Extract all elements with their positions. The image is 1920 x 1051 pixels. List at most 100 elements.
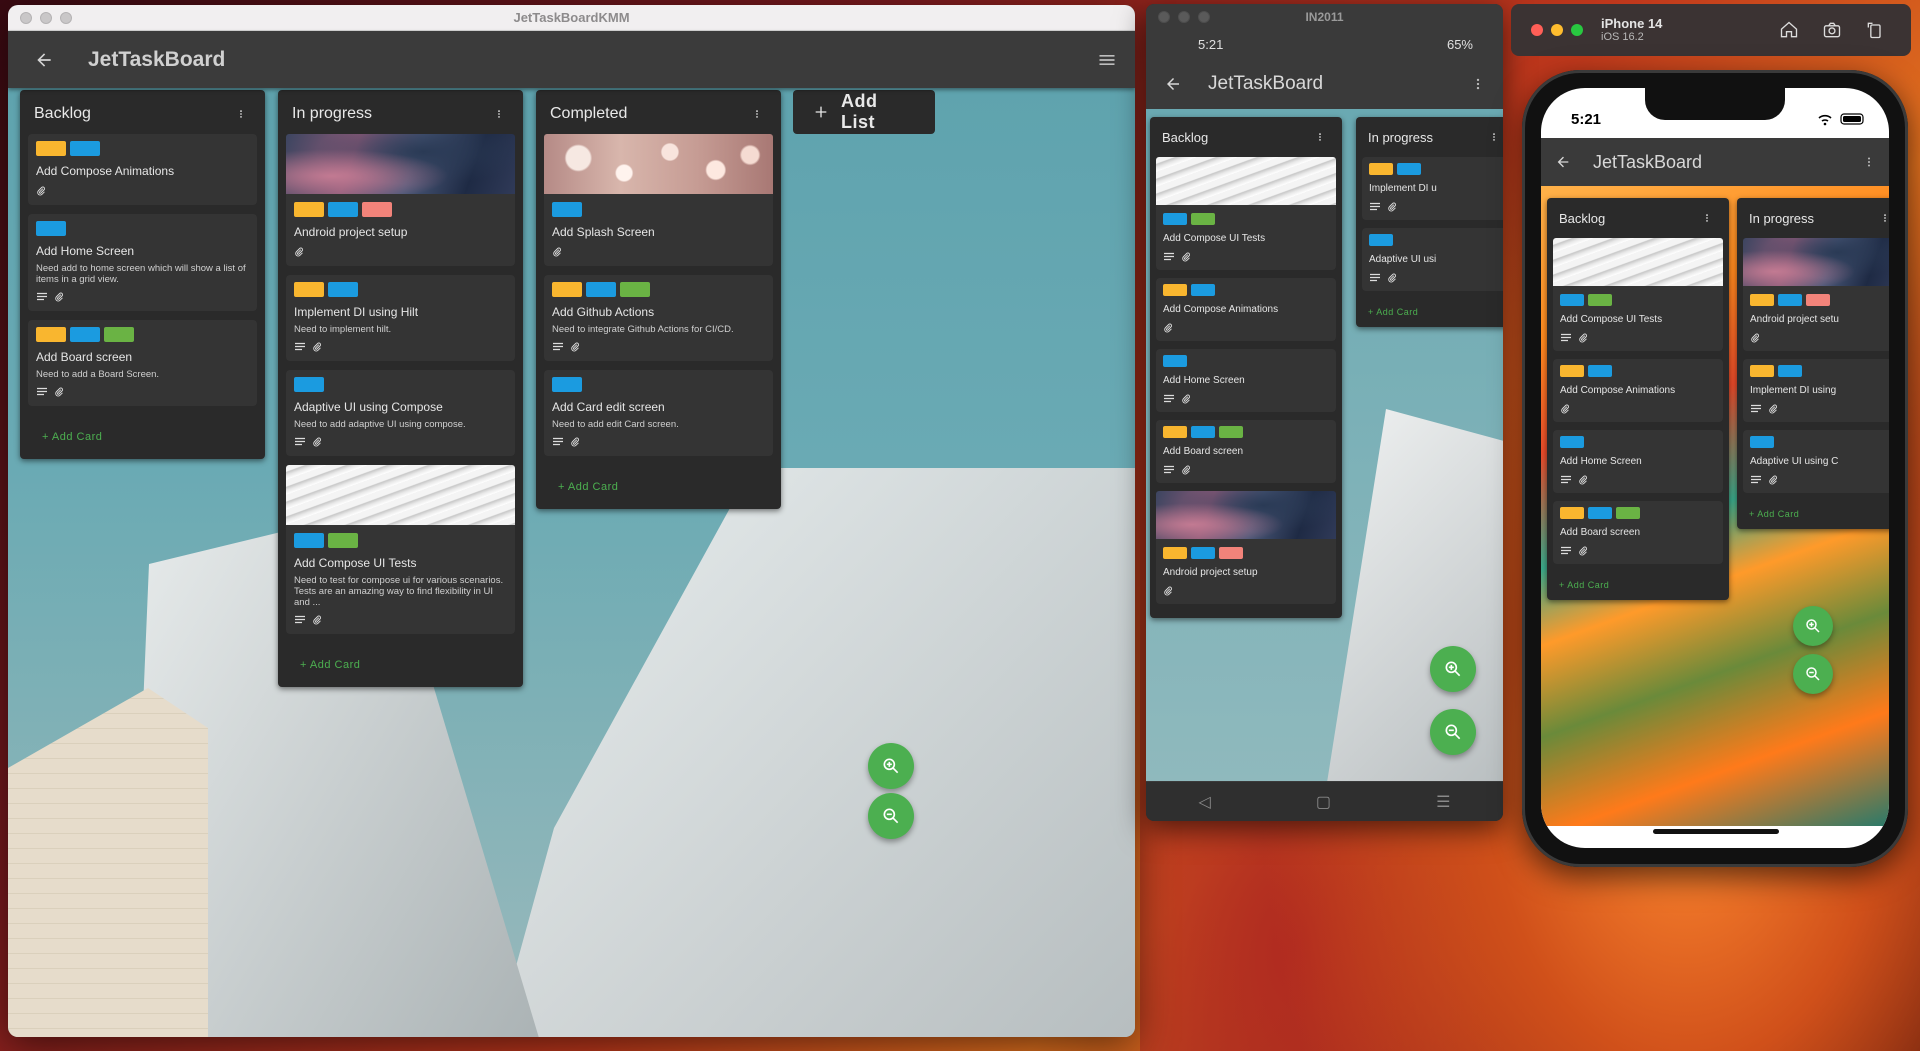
more-vert-icon[interactable] (489, 104, 509, 124)
home-indicator[interactable] (1653, 829, 1779, 834)
task-card[interactable]: Add Home Screen (1156, 349, 1336, 412)
task-card[interactable]: Android project setu (1743, 238, 1889, 351)
card-label-chip (294, 376, 324, 392)
task-card[interactable]: Add Home Screen (1553, 430, 1723, 493)
back-arrow-icon[interactable] (1164, 75, 1182, 93)
task-card[interactable]: Implement DI u (1362, 157, 1503, 220)
task-card[interactable]: Add Home Screen Need add to home screen w… (28, 214, 257, 311)
card-labels (552, 282, 765, 297)
description-icon (1560, 333, 1572, 343)
attachment-icon (1181, 464, 1191, 476)
task-card[interactable]: Add Compose UI Tests Need to test for com… (286, 464, 515, 634)
attachment-icon (1768, 474, 1778, 486)
more-vert-icon[interactable] (1310, 127, 1330, 147)
add-card-button[interactable]: + Add Card (28, 415, 257, 449)
list-header: Backlog (1156, 123, 1336, 157)
task-card[interactable]: Add Github Actions Need to integrate Gith… (544, 275, 773, 361)
window-close-button[interactable] (1531, 24, 1543, 36)
card-labels (1750, 436, 1889, 448)
task-card[interactable]: Adaptive UI usi (1362, 228, 1503, 291)
task-card[interactable]: Add Compose UI Tests (1156, 157, 1336, 270)
nav-back-icon[interactable]: ◁ (1199, 792, 1211, 812)
add-card-button[interactable]: + Add Card (286, 643, 515, 677)
task-card[interactable]: Android project setup (1156, 491, 1336, 604)
task-card[interactable]: Android project setup (286, 134, 515, 266)
android-app-bar: JetTaskBoard (1146, 58, 1503, 109)
zoom-in-icon (881, 756, 901, 776)
description-icon (294, 342, 306, 352)
task-card[interactable]: Add Compose Animations (28, 134, 257, 205)
plus-icon (813, 104, 829, 120)
card-label-chip (36, 221, 66, 236)
description-icon (294, 437, 306, 447)
task-card[interactable]: Add Board screen Need to add a Board Scre… (28, 319, 257, 406)
zoom-out-button[interactable] (868, 793, 914, 839)
add-card-button[interactable]: + Add Card (1362, 299, 1503, 321)
add-card-button[interactable]: + Add Card (1743, 501, 1889, 523)
card-label-chip (1191, 284, 1215, 296)
card-title: Implement DI u (1369, 183, 1437, 194)
zoom-out-button[interactable] (1430, 709, 1476, 755)
window-minimize-button[interactable] (1551, 24, 1563, 36)
battery-level: 65% (1446, 36, 1473, 52)
task-card[interactable]: Add Card edit screen Need to add edit Car… (544, 369, 773, 456)
more-vert-icon[interactable] (1697, 208, 1717, 228)
card-cover-image (1743, 238, 1889, 286)
list-header: Backlog (28, 100, 257, 134)
zoom-in-button[interactable] (1430, 646, 1476, 692)
android-board[interactable]: Backlog Add Compose UI Tests Add Compose A… (1146, 109, 1503, 781)
add-card-button[interactable]: + Add Card (1553, 572, 1723, 594)
android-nav-bar: ◁ ▢ ☰ (1146, 781, 1503, 821)
zoom-out-button[interactable] (1793, 654, 1833, 694)
attachment-icon (312, 614, 322, 626)
more-vert-icon[interactable] (747, 104, 767, 124)
description-icon (1369, 273, 1381, 283)
android-app-title: JetTaskBoard (1208, 72, 1324, 94)
card-labels (36, 326, 249, 342)
task-card[interactable]: Implement DI using Hilt Need to implement… (286, 275, 515, 361)
home-icon[interactable] (1779, 20, 1799, 40)
task-card[interactable]: Add Compose Animations (1553, 359, 1723, 422)
zoom-in-button[interactable] (868, 743, 914, 789)
task-card[interactable]: Add Compose UI Tests (1553, 238, 1723, 351)
more-vert-icon[interactable] (1875, 208, 1889, 228)
add-list-button[interactable]: Add List (793, 90, 935, 134)
task-card[interactable]: Add Compose Animations (1156, 278, 1336, 341)
description-icon (552, 437, 564, 447)
back-arrow-icon[interactable] (1555, 154, 1571, 170)
more-vert-icon[interactable] (1484, 127, 1503, 147)
task-card[interactable]: Adaptive UI using C (1743, 430, 1889, 493)
rotate-icon[interactable] (1865, 20, 1885, 40)
ios-board[interactable]: Backlog Add Compose UI Tests Add Compose A… (1541, 186, 1889, 826)
nav-recents-icon[interactable]: ☰ (1436, 792, 1450, 812)
card-title: Add Splash Screen (552, 225, 655, 239)
back-arrow-icon[interactable] (28, 44, 60, 76)
more-vert-icon[interactable] (231, 104, 251, 124)
card-title: Add Board screen (36, 349, 133, 364)
board-canvas[interactable]: Backlog Add Compose Animations Add Home Sc… (8, 88, 1135, 1037)
task-card[interactable]: Add Splash Screen (544, 134, 773, 266)
add-card-button[interactable]: + Add Card (544, 465, 773, 499)
more-vert-icon[interactable] (1471, 75, 1485, 93)
card-label-chip (586, 282, 616, 297)
ios-simulator-toolbar: iPhone 14 iOS 16.2 (1511, 4, 1911, 56)
zoom-in-button[interactable] (1793, 606, 1833, 646)
board-list: In progress Android project setup Implemen… (278, 90, 523, 687)
iphone-frame: 5:21 JetTaskBoard Backlog Add Compose UI … (1522, 70, 1908, 867)
card-labels (1163, 213, 1329, 225)
hamburger-menu-icon[interactable] (1091, 44, 1123, 76)
task-card[interactable]: Implement DI using (1743, 359, 1889, 422)
window-zoom-button[interactable] (1571, 24, 1583, 36)
card-description: Need to test for compose ui for various … (294, 574, 504, 608)
emulator-title: IN2011 (1305, 10, 1344, 24)
description-icon (552, 342, 564, 352)
card-indicators (1750, 331, 1889, 345)
more-vert-icon[interactable] (1863, 154, 1875, 170)
task-card[interactable]: Add Board screen (1553, 501, 1723, 564)
screenshot-icon[interactable] (1821, 20, 1843, 40)
board-list: Backlog Add Compose Animations Add Home Sc… (20, 90, 265, 459)
card-label-chip (70, 141, 100, 156)
task-card[interactable]: Adaptive UI using Compose Need to add ada… (286, 369, 515, 456)
task-card[interactable]: Add Board screen (1156, 420, 1336, 483)
nav-home-icon[interactable]: ▢ (1316, 792, 1331, 812)
